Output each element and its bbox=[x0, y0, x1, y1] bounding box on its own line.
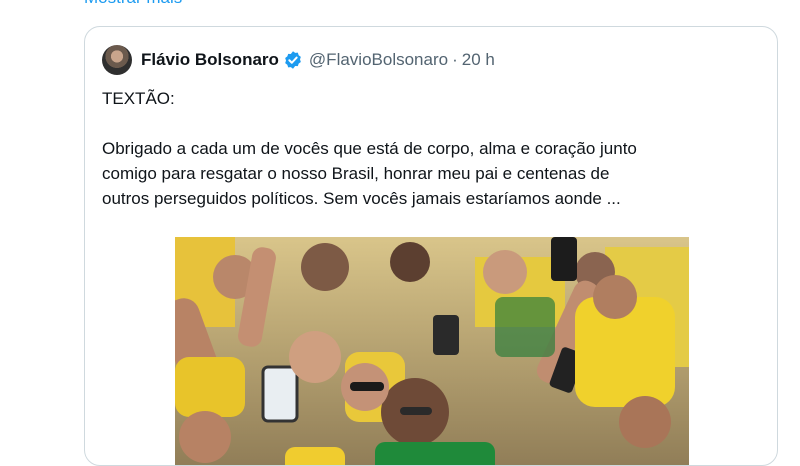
verified-badge-icon bbox=[283, 50, 303, 70]
show-more-link[interactable]: Mostrar mais bbox=[84, 0, 182, 8]
author-handle[interactable]: @FlavioBolsonaro bbox=[309, 50, 448, 70]
tweet-photo[interactable] bbox=[175, 237, 689, 465]
author-name[interactable]: Flávio Bolsonaro bbox=[141, 50, 279, 70]
crowd-photo-illustration bbox=[175, 237, 689, 465]
avatar[interactable] bbox=[102, 45, 132, 75]
quoted-tweet-header: Flávio Bolsonaro @FlavioBolsonaro · 20 h bbox=[102, 44, 495, 76]
quoted-tweet-text: TEXTÃO: Obrigado a cada um de vocês que … bbox=[102, 89, 637, 208]
timestamp[interactable]: 20 h bbox=[462, 50, 495, 70]
quoted-tweet-card[interactable]: Flávio Bolsonaro @FlavioBolsonaro · 20 h… bbox=[84, 26, 778, 466]
dot-separator: · bbox=[452, 50, 458, 69]
